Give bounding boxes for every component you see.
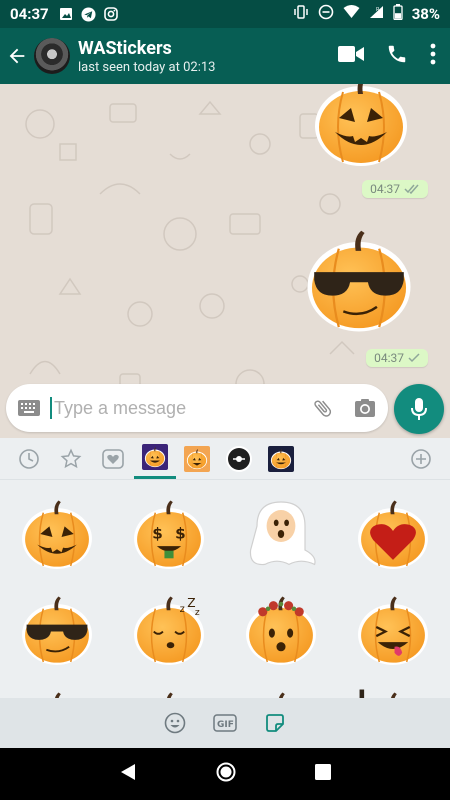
sticker-partial-3[interactable]	[225, 678, 337, 698]
vibrate-icon	[293, 4, 309, 24]
svg-text:z: z	[180, 604, 185, 615]
emoji-button[interactable]	[163, 711, 187, 735]
composer-row	[6, 382, 444, 436]
sticker-sunglasses[interactable]	[1, 582, 113, 678]
message-input[interactable]	[54, 397, 312, 419]
sticker-heart[interactable]	[337, 486, 449, 582]
tab-pack-3[interactable]	[218, 439, 260, 479]
status-time: 04:37	[10, 5, 49, 23]
sticker-button[interactable]	[263, 711, 287, 735]
sticker-wink-tongue[interactable]	[337, 582, 449, 678]
video-call-icon[interactable]	[338, 45, 364, 67]
sticker-icon	[266, 714, 284, 732]
sticker-tray: $ $ zZz	[0, 438, 450, 698]
pack-1-thumbnail	[142, 444, 168, 470]
message-meta-1: 04:37	[362, 180, 428, 198]
sticker-ghost[interactable]	[225, 486, 337, 582]
sticker-message-1[interactable]	[300, 84, 422, 174]
recent-icon	[19, 448, 39, 469]
tab-loved[interactable]	[92, 439, 134, 479]
sticker-flower-crown[interactable]	[225, 582, 337, 678]
single-check-icon	[408, 353, 420, 363]
back-arrow-icon	[9, 48, 25, 64]
pack-2-thumbnail	[184, 445, 210, 472]
message-time: 04:37	[374, 351, 404, 365]
instagram-icon	[103, 7, 118, 21]
telegram-icon	[81, 6, 96, 22]
pack-4-thumbnail	[268, 445, 294, 472]
emoji-gif-sticker-bar: GIF	[0, 698, 450, 748]
microphone-icon	[411, 398, 427, 420]
gif-button[interactable]: GIF	[213, 711, 237, 735]
contact-avatar[interactable]	[34, 38, 70, 74]
jack-o-lantern-sticker	[300, 84, 422, 170]
keyboard-icon[interactable]	[18, 400, 40, 416]
back-nav-icon[interactable]	[119, 763, 137, 785]
message-input-box	[6, 384, 388, 432]
image-icon	[59, 7, 73, 21]
svg-text:R: R	[376, 7, 380, 13]
message-meta-2: 04:37	[366, 349, 428, 367]
tab-pack-2[interactable]	[176, 439, 218, 479]
header-actions	[338, 43, 436, 69]
battery-icon	[393, 4, 403, 24]
sticker-grid: $ $ zZz	[0, 480, 450, 698]
svg-text:$: $	[175, 525, 186, 543]
sticker-sleeping[interactable]: zZz	[113, 582, 225, 678]
status-right: R 38%	[293, 4, 440, 24]
add-circle-icon	[411, 448, 431, 469]
sticker-jack-o-lantern[interactable]	[1, 486, 113, 582]
home-nav-icon[interactable]	[216, 762, 236, 786]
pack-3-thumbnail	[226, 445, 252, 472]
emoji-icon	[164, 712, 186, 734]
attach-icon[interactable]	[312, 396, 334, 420]
text-caret	[50, 397, 52, 419]
double-check-icon	[404, 184, 419, 194]
star-icon	[60, 448, 82, 468]
sticker-partial-1[interactable]	[1, 678, 113, 698]
heart-box-icon	[102, 448, 124, 469]
pumpkin-sunglasses-sticker	[298, 224, 420, 336]
svg-text:$: $	[152, 525, 163, 543]
svg-text:z: z	[195, 608, 200, 618]
message-time: 04:37	[370, 182, 400, 196]
battery-percent: 38%	[411, 5, 440, 23]
chat-header: WAStickers last seen today at 02:13	[0, 28, 450, 84]
mic-button[interactable]	[394, 384, 444, 434]
sticker-message-2[interactable]	[298, 224, 420, 340]
tab-add[interactable]	[400, 439, 442, 479]
sticker-tabs	[0, 438, 450, 480]
more-options-icon[interactable]	[430, 43, 436, 69]
camera-icon[interactable]	[354, 398, 376, 418]
tab-pack-1[interactable]	[134, 439, 176, 479]
recents-nav-icon[interactable]	[314, 764, 331, 784]
phone-call-icon[interactable]	[386, 43, 408, 69]
tab-favorites[interactable]	[50, 439, 92, 479]
signal-icon: R	[369, 5, 384, 23]
gif-label: GIF	[217, 720, 234, 730]
back-button[interactable]	[0, 45, 34, 67]
sticker-money-eyes[interactable]: $ $	[113, 486, 225, 582]
last-seen: last seen today at 02:13	[78, 59, 216, 75]
dnd-icon	[318, 4, 334, 24]
gif-icon: GIF	[213, 714, 237, 732]
tab-pack-4[interactable]	[260, 439, 302, 479]
sticker-partial-4[interactable]	[337, 678, 449, 698]
contact-name: WAStickers	[78, 37, 172, 59]
sticker-partial-2[interactable]	[113, 678, 225, 698]
system-nav-bar	[0, 748, 450, 800]
tab-recent[interactable]	[8, 439, 50, 479]
contact-info[interactable]: WAStickers last seen today at 02:13	[78, 38, 338, 75]
status-bar: 04:37 R 38%	[0, 0, 450, 28]
wifi-icon	[343, 5, 360, 23]
